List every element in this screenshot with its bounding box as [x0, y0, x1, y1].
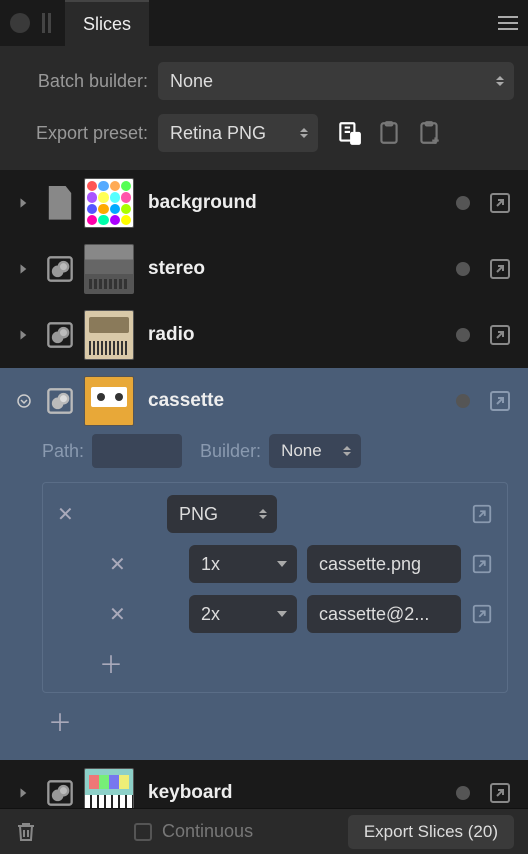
builder-label: Builder: [200, 441, 261, 462]
status-dot[interactable] [456, 328, 470, 342]
slice-thumbnail [84, 310, 134, 360]
chevron-updown-icon [496, 76, 504, 86]
layer-slice-icon [46, 321, 74, 349]
slice-name: cassette [148, 390, 456, 412]
panel-title-tab[interactable]: Slices [65, 0, 149, 46]
path-input[interactable] [92, 434, 182, 468]
filename-field[interactable]: cassette.png [307, 545, 461, 583]
add-format-button[interactable]: ＋ [48, 703, 508, 738]
drag-handle[interactable] [42, 13, 51, 33]
slice-thumbnail [84, 178, 134, 228]
export-icon[interactable] [488, 389, 512, 413]
builder-dropdown[interactable]: None [269, 434, 361, 468]
disclosure-icon[interactable] [16, 785, 32, 801]
close-panel-button[interactable] [10, 13, 30, 33]
chevron-down-icon [277, 561, 287, 567]
batch-builder-value: None [170, 71, 213, 92]
scale-value: 1x [201, 554, 220, 575]
page-icon [46, 189, 74, 217]
status-dot[interactable] [456, 262, 470, 276]
export-preset-label: Export preset: [14, 123, 158, 144]
add-output-button[interactable]: ＋ [99, 645, 123, 680]
save-preset-icon[interactable] [336, 120, 362, 146]
disclosure-icon[interactable] [16, 327, 32, 343]
slice-name: stereo [148, 258, 456, 280]
format-dropdown[interactable]: PNG [167, 495, 277, 533]
scale-dropdown[interactable]: 1x [189, 545, 297, 583]
continuous-label: Continuous [162, 821, 253, 842]
continuous-checkbox[interactable] [134, 823, 152, 841]
scale-value: 2x [201, 604, 220, 625]
remove-output-button[interactable]: ✕ [109, 602, 131, 627]
layer-slice-icon [46, 255, 74, 283]
disclosure-icon[interactable] [16, 261, 32, 277]
layer-slice-icon [46, 387, 74, 415]
scale-dropdown[interactable]: 2x [189, 595, 297, 633]
builder-value: None [281, 441, 322, 461]
export-preset-value: Retina PNG [170, 123, 266, 144]
menu-icon[interactable] [498, 16, 518, 30]
path-label: Path: [42, 441, 84, 462]
export-slices-button[interactable]: Export Slices (20) [348, 815, 514, 849]
chevron-updown-icon [343, 446, 351, 456]
disclosure-icon[interactable] [16, 195, 32, 211]
slice-name: radio [148, 324, 456, 346]
export-icon[interactable] [471, 503, 493, 525]
export-icon[interactable] [488, 191, 512, 215]
slice-row[interactable]: stereo [0, 236, 528, 302]
batch-builder-label: Batch builder: [14, 71, 158, 92]
export-icon[interactable] [488, 781, 512, 805]
filename-value: cassette.png [319, 554, 421, 575]
slice-row[interactable]: background [0, 170, 528, 236]
chevron-down-icon [277, 611, 287, 617]
filename-field[interactable]: cassette@2... [307, 595, 461, 633]
slice-row-selected[interactable]: cassette [0, 368, 528, 434]
slice-row[interactable]: radio [0, 302, 528, 368]
filename-value: cassette@2... [319, 604, 429, 625]
slice-thumbnail [84, 244, 134, 294]
slice-detail-panel: Path: Builder: None ✕ PNG ✕ 1x [0, 434, 528, 760]
export-icon[interactable] [471, 603, 493, 625]
slice-name: background [148, 192, 456, 214]
chevron-updown-icon [259, 509, 267, 519]
slice-name: keyboard [148, 782, 456, 804]
export-icon[interactable] [488, 257, 512, 281]
remove-output-button[interactable]: ✕ [109, 552, 131, 577]
slice-thumbnail [84, 376, 134, 426]
batch-builder-dropdown[interactable]: None [158, 62, 514, 100]
status-dot[interactable] [456, 786, 470, 800]
add-preset-icon[interactable] [416, 120, 442, 146]
layer-slice-icon [46, 779, 74, 807]
disclosure-open-icon[interactable] [16, 393, 32, 409]
chevron-updown-icon [300, 128, 308, 138]
status-dot[interactable] [456, 196, 470, 210]
export-icon[interactable] [471, 553, 493, 575]
trash-icon[interactable] [14, 820, 38, 844]
remove-format-button[interactable]: ✕ [57, 502, 79, 527]
status-dot[interactable] [456, 394, 470, 408]
export-icon[interactable] [488, 323, 512, 347]
export-preset-dropdown[interactable]: Retina PNG [158, 114, 318, 152]
copy-preset-icon[interactable] [376, 120, 402, 146]
format-value: PNG [179, 504, 218, 525]
